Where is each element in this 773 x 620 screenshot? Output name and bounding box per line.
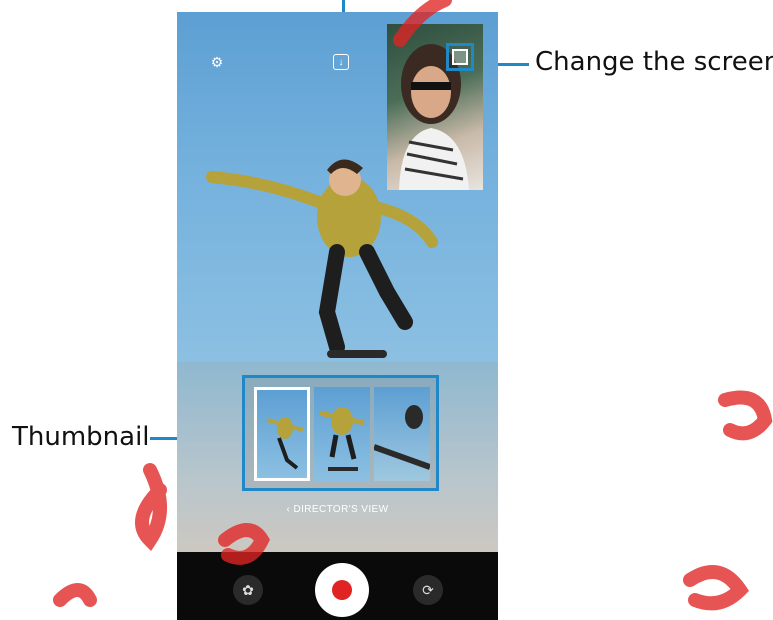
thumbnail-3[interactable] (374, 387, 430, 481)
thumbnail-3-image (374, 405, 430, 470)
thumbnail-label: Thumbnail (12, 422, 150, 452)
camera-screen: ⚙ ↓ ‹ DIRECTOR'S VIEW ✿ ⟳ (177, 12, 498, 620)
thumbnail-2[interactable] (314, 387, 370, 481)
gear-icon[interactable]: ⚙ (209, 54, 225, 70)
swap-icon (452, 49, 468, 65)
change-screen-button[interactable] (446, 43, 474, 71)
change-screen-label: Change the screen. (535, 47, 773, 77)
chevron-left-icon: ‹ (286, 504, 291, 515)
record-button[interactable] (315, 563, 369, 617)
rotate-icon: ⟳ (422, 581, 434, 598)
download-icon[interactable]: ↓ (333, 54, 349, 70)
flower-icon[interactable]: ✿ (233, 575, 263, 605)
directors-view-label: DIRECTOR'S VIEW (293, 504, 389, 515)
thumbnail-2-image (319, 407, 365, 471)
thumbnail-1[interactable] (254, 387, 310, 481)
record-icon (332, 580, 352, 600)
directors-view-button[interactable]: ‹ DIRECTOR'S VIEW (177, 504, 498, 515)
switch-camera-button[interactable]: ⟳ (413, 575, 443, 605)
thumbnail-1-image (266, 417, 304, 470)
thumbnail-strip (242, 375, 439, 491)
